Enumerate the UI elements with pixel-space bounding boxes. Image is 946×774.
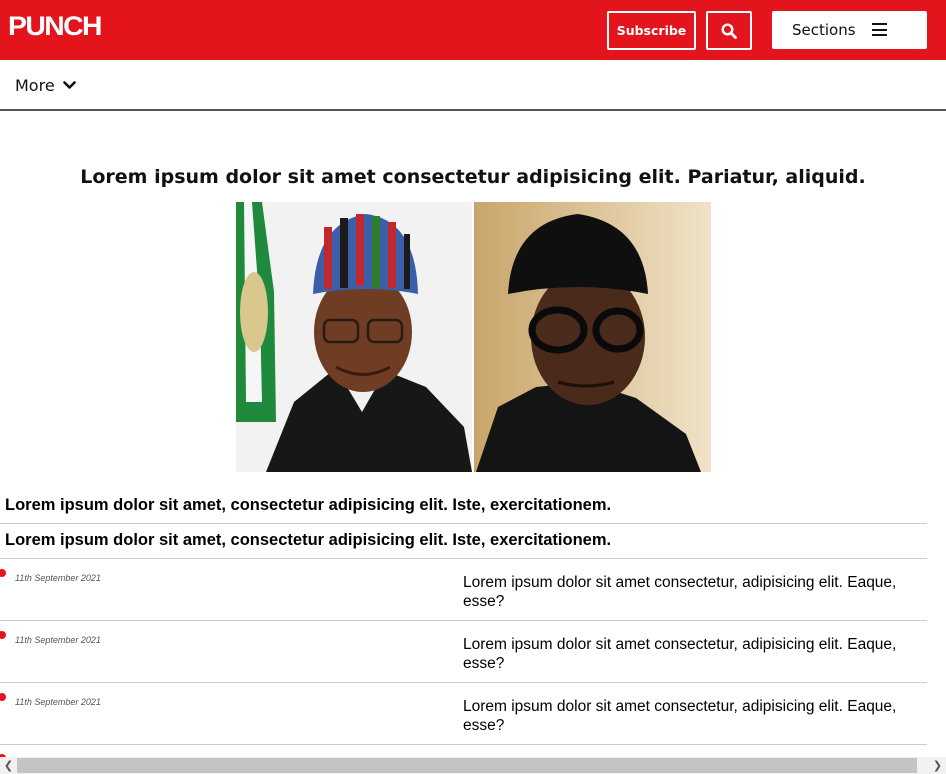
subheadline-link[interactable]: Lorem ipsum dolor sit amet, consectetur … (0, 523, 927, 559)
scroll-left-icon[interactable]: ❮ (0, 757, 17, 774)
site-header: PUNCH Subscribe Sections (0, 0, 946, 60)
list-item[interactable]: 11th September 2021 Lorem ipsum dolor si… (0, 683, 927, 745)
more-label: More (15, 76, 55, 95)
item-date: 11th September 2021 (15, 697, 101, 707)
list-item[interactable]: 11th September 2021 Lorem ipsum dolor si… (0, 621, 927, 683)
item-link[interactable]: Lorem ipsum dolor sit amet consectetur, … (463, 698, 923, 735)
main-headline[interactable]: Lorem ipsum dolor sit amet consectetur a… (0, 166, 946, 188)
search-button[interactable] (706, 11, 752, 50)
scrollbar-thumb[interactable] (17, 758, 917, 773)
subheadline-link[interactable]: Lorem ipsum dolor sit amet, consectetur … (0, 488, 927, 524)
item-link[interactable]: Lorem ipsum dolor sit amet consectetur, … (463, 574, 923, 611)
sections-button[interactable]: Sections (772, 11, 927, 49)
bullet-dot-icon (0, 693, 6, 701)
bullet-dot-icon (0, 569, 6, 577)
hamburger-icon (872, 23, 887, 36)
item-link[interactable]: Lorem ipsum dolor sit amet consectetur, … (463, 636, 923, 673)
horizontal-scrollbar[interactable]: ❮ ❯ (0, 757, 946, 774)
item-date: 11th September 2021 (15, 573, 101, 583)
more-menu-toggle[interactable]: More (15, 76, 76, 95)
item-date: 11th September 2021 (15, 635, 101, 645)
chevron-down-icon (62, 81, 76, 89)
headline-photo[interactable] (236, 202, 711, 472)
punch-logo[interactable]: PUNCH (8, 13, 103, 40)
list-item[interactable]: 11th September 2021 Lorem ipsum dolor si… (0, 559, 927, 621)
search-icon (721, 22, 737, 39)
bullet-dot-icon (0, 631, 6, 639)
subscribe-button[interactable]: Subscribe (607, 11, 696, 50)
secondary-nav: More (0, 60, 946, 111)
scroll-right-icon[interactable]: ❯ (929, 757, 946, 774)
sections-label: Sections (792, 21, 856, 39)
